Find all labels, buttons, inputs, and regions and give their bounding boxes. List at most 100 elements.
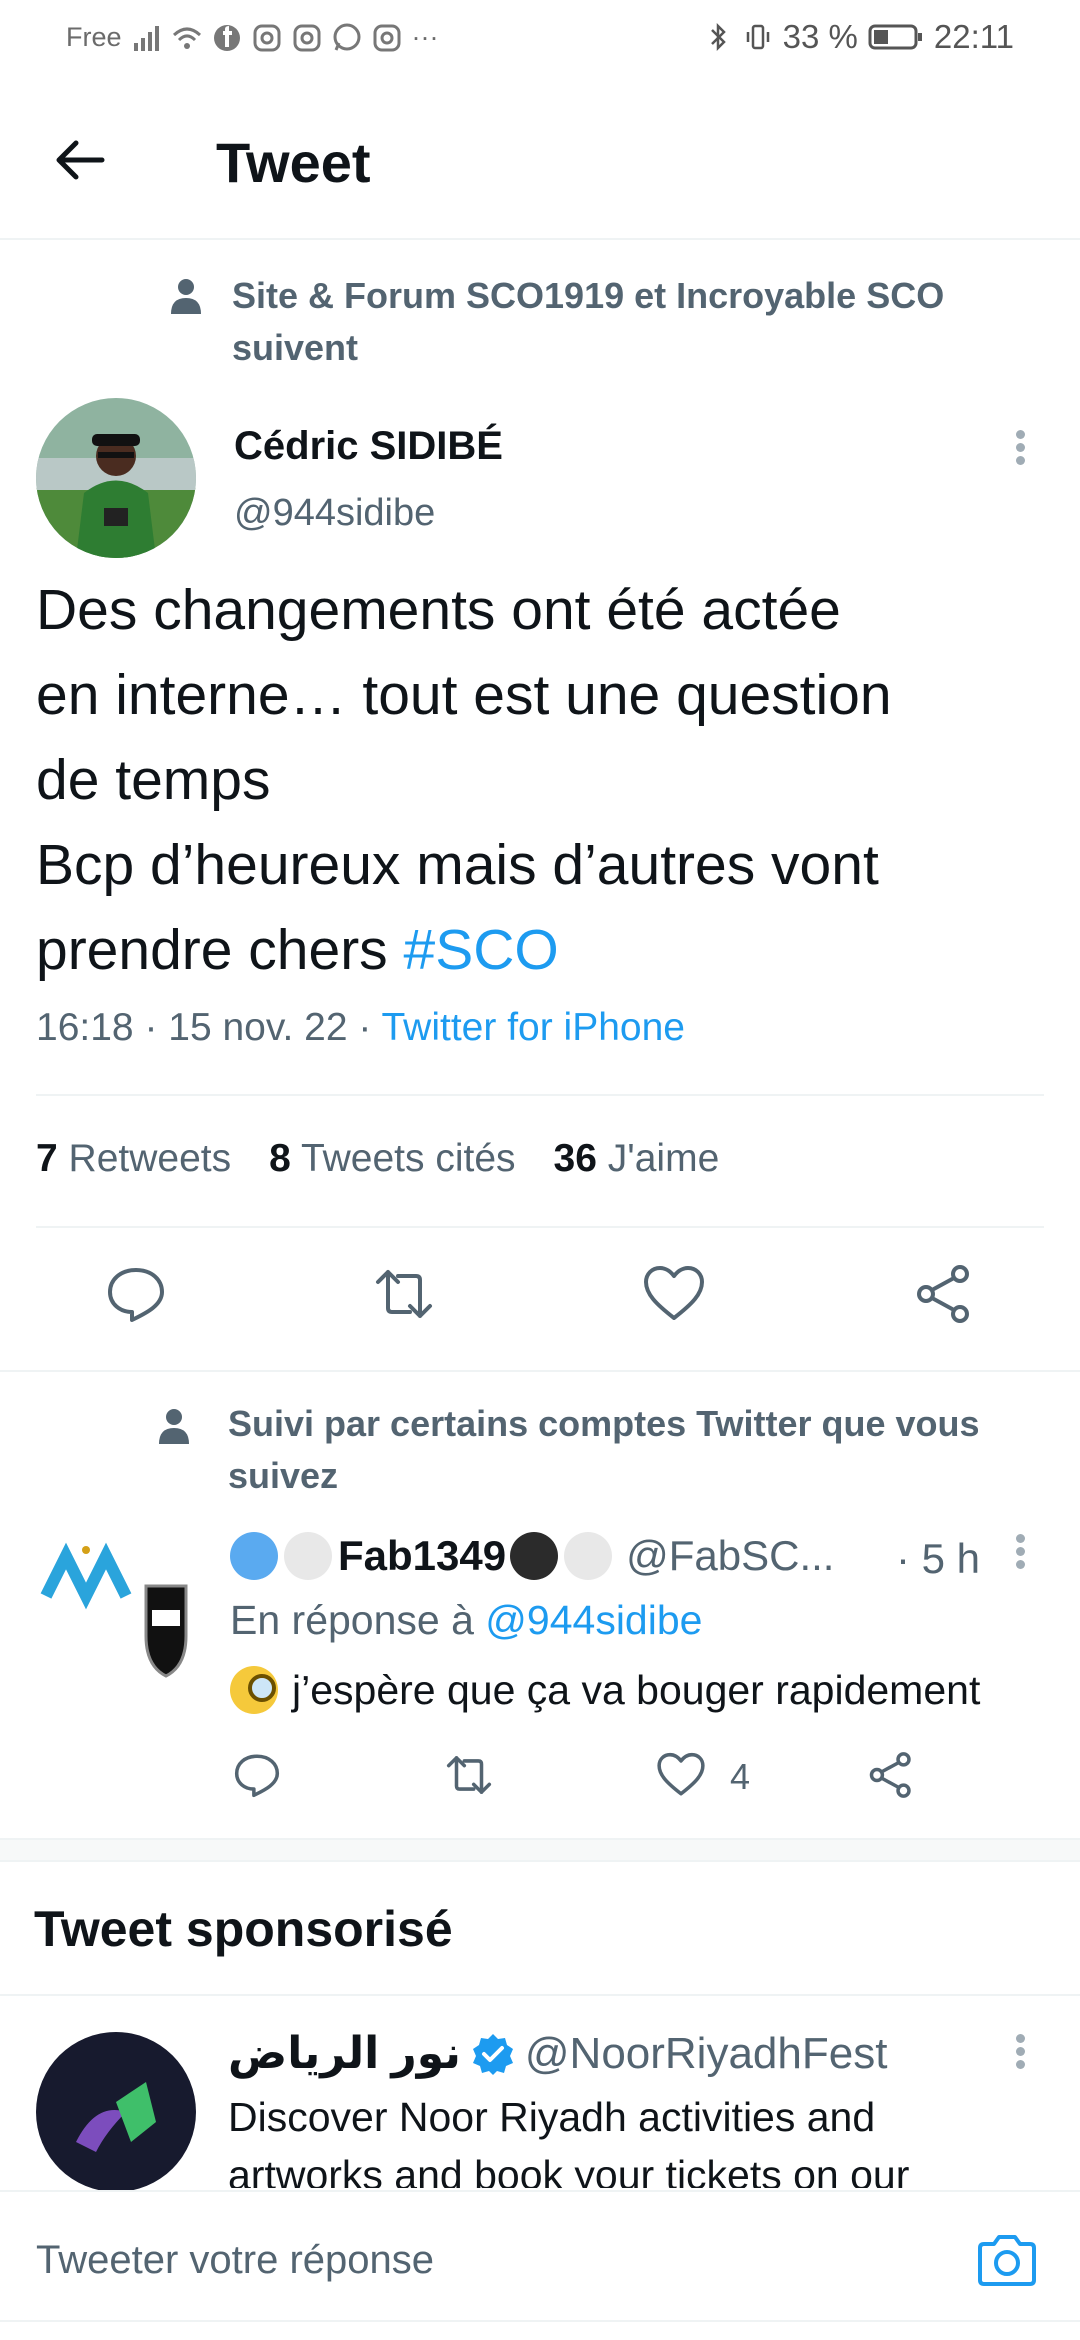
author-name[interactable]: Cédric SIDIBÉ bbox=[234, 424, 503, 469]
reply-to-handle-link[interactable]: @944sidibe bbox=[485, 1597, 702, 1643]
hashtag-link[interactable]: #SCO bbox=[404, 918, 559, 982]
avatar[interactable] bbox=[36, 1536, 196, 1696]
share-button[interactable] bbox=[912, 1262, 976, 1326]
whatsapp-icon bbox=[332, 23, 362, 53]
battery-icon bbox=[868, 22, 924, 52]
verified-badge-icon bbox=[471, 2032, 515, 2076]
likes-count: 36 bbox=[553, 1137, 597, 1180]
person-icon bbox=[156, 1406, 192, 1446]
tweet-text-line: Bcp d’heureux mais d’autres vont bbox=[36, 833, 879, 897]
reply-button[interactable] bbox=[232, 1750, 282, 1800]
clock: 22:11 bbox=[933, 18, 1014, 55]
reply-actions bbox=[0, 1750, 1080, 1810]
reply-text: j’espère que ça va bouger rapidement bbox=[230, 1666, 980, 1714]
avatar[interactable] bbox=[36, 398, 196, 558]
like-button[interactable] bbox=[642, 1262, 706, 1326]
social-context[interactable]: Site & Forum SCO1919 et Incroyable SCO s… bbox=[232, 270, 1032, 374]
camera-icon bbox=[978, 2235, 1036, 2286]
reply-to-prefix: En réponse à bbox=[230, 1597, 486, 1643]
tweet-text-line: en interne… tout est une question bbox=[36, 663, 892, 727]
reply-button[interactable] bbox=[104, 1262, 168, 1326]
retweet-icon bbox=[446, 1756, 492, 1794]
share-button[interactable] bbox=[866, 1750, 916, 1800]
camera-button[interactable] bbox=[974, 2228, 1040, 2294]
tweet-text: Des changements ont été actée en interne… bbox=[36, 568, 1046, 993]
signal-icon bbox=[132, 23, 162, 53]
back-button[interactable] bbox=[50, 130, 120, 200]
tweet-meta: 16:18 · 15 nov. 22 · Twitter for iPhone bbox=[36, 1006, 685, 1049]
vibrate-icon bbox=[743, 22, 773, 52]
status-bar-right: 33 % 22:11 bbox=[703, 18, 1014, 56]
emoji-circle bbox=[284, 1532, 332, 1580]
reply-author[interactable]: Fab1349 @FabSC... bbox=[230, 1532, 834, 1580]
tweet-time: 16:18 bbox=[36, 1006, 134, 1049]
ad-author[interactable]: نور الرياض @NoorRiyadhFest bbox=[228, 2028, 887, 2079]
divider bbox=[36, 1094, 1044, 1096]
tweet-date: 15 nov. 22 bbox=[168, 1006, 348, 1049]
reply-author-handle: @FabSC... bbox=[626, 1532, 835, 1579]
section-separator bbox=[0, 1838, 1080, 1862]
more-options-button[interactable] bbox=[1010, 1530, 1030, 1580]
tweet-actions bbox=[0, 1262, 1080, 1342]
status-bar-left: Free ··· bbox=[66, 22, 439, 53]
instagram-icon bbox=[292, 23, 322, 53]
tweet-text-line: prendre chers #SCO bbox=[36, 908, 1046, 993]
tweet-text-line: Des changements ont été actée bbox=[36, 578, 841, 642]
ad-author-handle: @NoorRiyadhFest bbox=[524, 2028, 888, 2078]
divider bbox=[0, 2320, 1080, 2322]
divider bbox=[0, 1370, 1080, 1372]
comment-icon bbox=[234, 1754, 280, 1798]
divider bbox=[36, 1226, 1044, 1228]
author-handle[interactable]: @944sidibe bbox=[234, 492, 435, 535]
reply-author-name: Fab1349 bbox=[338, 1532, 507, 1579]
quotes-label: Tweets cités bbox=[300, 1137, 516, 1180]
likes-label: J'aime bbox=[607, 1137, 720, 1180]
instagram-icon bbox=[372, 23, 402, 53]
reply-input[interactable]: Tweeter votre réponse bbox=[36, 2238, 434, 2283]
quotes-stat[interactable]: 8 Tweets cités bbox=[269, 1137, 515, 1181]
share-icon bbox=[869, 1752, 911, 1798]
bluetooth-icon bbox=[703, 22, 733, 52]
reply-time: · 5 h bbox=[896, 1535, 981, 1582]
tweet-text-fragment: prendre chers bbox=[36, 918, 404, 982]
avatar[interactable] bbox=[36, 2032, 196, 2192]
share-icon bbox=[917, 1265, 969, 1323]
ad-text: Discover Noor Riyadh activities and artw… bbox=[228, 2094, 910, 2188]
ad-author-name: نور الرياض bbox=[228, 2029, 461, 2078]
retweet-button[interactable] bbox=[372, 1262, 436, 1326]
retweets-stat[interactable]: 7 Retweets bbox=[36, 1137, 231, 1181]
wifi-icon bbox=[172, 23, 202, 53]
section-title: Tweet sponsorisé bbox=[34, 1901, 453, 1957]
more-options-button[interactable] bbox=[1010, 2030, 1030, 2080]
tweet-source-link[interactable]: Twitter for iPhone bbox=[382, 1006, 685, 1049]
reply-like-count: 4 bbox=[730, 1756, 751, 1797]
heart-icon bbox=[644, 1266, 704, 1320]
page-title: Tweet bbox=[216, 131, 371, 194]
retweets-count: 7 bbox=[36, 1137, 58, 1180]
status-bar: Free ··· 33 % 22:11 bbox=[0, 0, 1080, 76]
facebook-icon bbox=[212, 23, 242, 53]
monocle-face-emoji-icon bbox=[230, 1666, 278, 1714]
carrier-label: Free bbox=[66, 22, 122, 52]
retweets-label: Retweets bbox=[68, 1137, 232, 1180]
tweet-text-line: de temps bbox=[36, 748, 271, 812]
battery-percent: 33 % bbox=[782, 18, 858, 55]
emoji-circle bbox=[510, 1532, 559, 1580]
top-app-bar: Tweet bbox=[0, 100, 1080, 240]
instagram-icon bbox=[252, 23, 282, 53]
more-notifications: ··· bbox=[411, 22, 439, 52]
reply-compose-bar: Tweeter votre réponse bbox=[0, 2190, 1080, 2340]
person-icon bbox=[168, 276, 204, 316]
retweet-icon bbox=[376, 1270, 432, 1318]
retweet-button[interactable] bbox=[444, 1750, 494, 1800]
social-context[interactable]: Suivi par certains comptes Twitter que v… bbox=[228, 1398, 1048, 1502]
divider bbox=[0, 1994, 1080, 1996]
arrow-left-icon bbox=[56, 140, 105, 180]
emoji-circle bbox=[230, 1532, 278, 1580]
reply-text-content: j’espère que ça va bouger rapidement bbox=[292, 1666, 981, 1713]
quotes-count: 8 bbox=[269, 1137, 291, 1180]
more-options-button[interactable] bbox=[1010, 426, 1030, 476]
emoji-circle bbox=[564, 1532, 613, 1580]
likes-stat[interactable]: 36 J'aime bbox=[554, 1137, 720, 1181]
like-button[interactable] bbox=[656, 1750, 706, 1800]
